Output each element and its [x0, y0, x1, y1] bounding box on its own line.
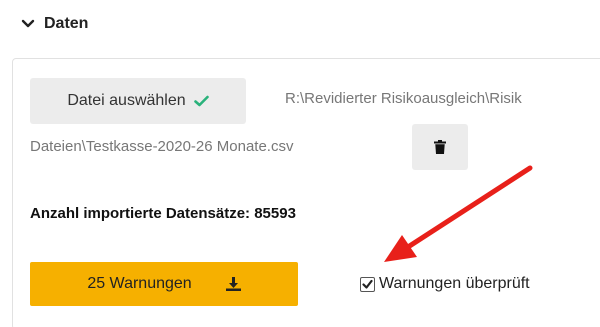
chevron-down-icon — [21, 19, 35, 28]
trash-icon — [434, 140, 446, 154]
section-title: Daten — [44, 15, 89, 32]
checkbox-label: Warnungen überprüft — [379, 275, 530, 292]
checkmark-icon — [193, 95, 209, 107]
select-file-label: Datei auswählen — [67, 92, 186, 109]
warnings-button-label: 25 Warnungen — [87, 275, 192, 292]
select-file-button[interactable]: Datei auswählen — [30, 78, 246, 124]
section-toggle[interactable]: Daten — [20, 12, 88, 36]
file-path-line2: Dateien\Testkasse-2020-26 Monate.csv — [30, 138, 294, 155]
warnings-download-button[interactable]: 25 Warnungen — [30, 262, 298, 306]
checkbox-check-icon — [362, 279, 373, 289]
warnings-reviewed-checkbox[interactable]: Warnungen überprüft — [360, 275, 530, 293]
download-icon — [225, 277, 241, 291]
file-path-line1: R:\Revidierter Risikoausgleich\Risik — [285, 90, 522, 107]
import-count: Anzahl importierte Datensätze: 85593 — [30, 205, 296, 222]
page: Daten Datei auswählen R:\Revidierter Ris… — [0, 0, 600, 327]
checkbox-box[interactable] — [360, 276, 375, 292]
delete-file-button[interactable] — [412, 124, 468, 170]
